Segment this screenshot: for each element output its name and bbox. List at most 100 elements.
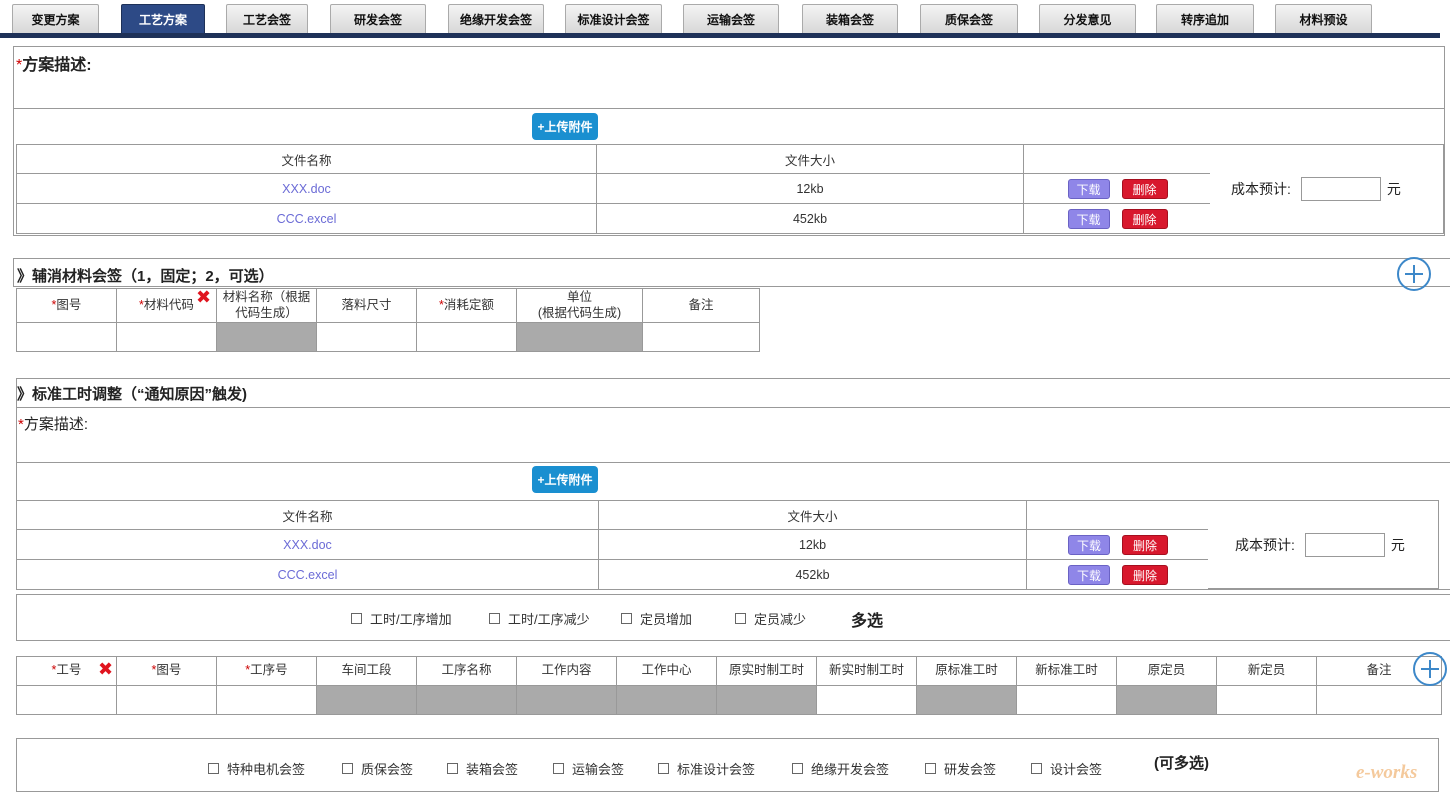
- tab-9[interactable]: 分发意见: [1039, 4, 1136, 33]
- file-actions-cell: 下载 删除: [1023, 173, 1212, 204]
- file-link[interactable]: XXX.doc: [283, 538, 332, 552]
- file-name-cell[interactable]: CCC.excel: [16, 203, 597, 234]
- checkbox[interactable]: [489, 613, 500, 624]
- file-actions-cell: 下载 删除: [1026, 559, 1210, 590]
- delete-button[interactable]: 删除: [1122, 564, 1168, 585]
- file-name-cell[interactable]: CCC.excel: [16, 559, 599, 590]
- labor-column-label: 工作中心: [641, 663, 692, 678]
- materials-table: *图号 *材料代码 材料名称（根据代码生成） 落料尺寸 *消耗定额 单位 (根据代码生成)…: [16, 288, 760, 352]
- cost-unit-label: 元: [1390, 537, 1405, 553]
- tab-3[interactable]: 研发会签: [330, 4, 426, 33]
- file-name-cell[interactable]: XXX.doc: [16, 529, 599, 560]
- signoff-option[interactable]: 设计会签: [1031, 759, 1102, 778]
- signoff-option[interactable]: 装箱会签: [447, 759, 518, 778]
- adjustment-option[interactable]: 定员增加: [621, 609, 692, 628]
- checkbox[interactable]: [925, 763, 936, 774]
- plan-description-area[interactable]: *方案描述:: [13, 46, 1445, 109]
- labor-readonly-cell: [916, 685, 1017, 715]
- labor-input-cell[interactable]: [16, 685, 117, 715]
- checkbox[interactable]: [658, 763, 669, 774]
- labor-input-cell[interactable]: [816, 685, 917, 715]
- signoff-option[interactable]: 质保会签: [342, 759, 413, 778]
- checkbox[interactable]: [553, 763, 564, 774]
- cost-estimate-label: 成本预计:: [1235, 537, 1295, 553]
- checkbox[interactable]: [792, 763, 803, 774]
- upload-attachment-button[interactable]: +上传附件: [532, 466, 598, 493]
- file-name-cell[interactable]: XXX.doc: [16, 173, 597, 204]
- material-column-header: 备注: [642, 288, 760, 323]
- labor-input-cell[interactable]: [1216, 685, 1317, 715]
- tab-4[interactable]: 绝缘开发会签: [448, 4, 544, 33]
- labor-column-header: 原定员: [1116, 656, 1217, 686]
- remove-column-icon[interactable]: ✖: [196, 288, 211, 306]
- delete-button[interactable]: 删除: [1121, 178, 1168, 199]
- checkbox[interactable]: [621, 613, 632, 624]
- labor-column-header: 新定员: [1216, 656, 1317, 686]
- material-column-header: 材料名称（根据代码生成）: [216, 288, 317, 323]
- labor-readonly-cell: [316, 685, 417, 715]
- checkbox[interactable]: [208, 763, 219, 774]
- delete-button[interactable]: 删除: [1122, 534, 1168, 555]
- signoff-option[interactable]: 运输会签: [553, 759, 624, 778]
- material-input-cell[interactable]: [642, 322, 760, 352]
- checkbox[interactable]: [447, 763, 458, 774]
- file-link[interactable]: CCC.excel: [277, 212, 337, 226]
- tab-1[interactable]: 工艺方案: [121, 4, 205, 33]
- material-input-cell[interactable]: [316, 322, 417, 352]
- adjustment-option[interactable]: 工时/工序增加: [351, 609, 452, 628]
- labor-column-label: 原定员: [1147, 663, 1186, 678]
- tab-8[interactable]: 质保会签: [920, 4, 1018, 33]
- cost-estimate-label: 成本预计:: [1231, 181, 1291, 197]
- checkbox[interactable]: [342, 763, 353, 774]
- tab-6[interactable]: 运输会签: [683, 4, 779, 33]
- signoff-option[interactable]: 研发会签: [925, 759, 996, 778]
- delete-button[interactable]: 删除: [1121, 208, 1168, 229]
- labor-column-label: 工号: [56, 663, 82, 678]
- tab-7[interactable]: 装箱会签: [802, 4, 898, 33]
- file-name-header: 文件名称: [16, 144, 597, 174]
- checkbox[interactable]: [351, 613, 362, 624]
- checkbox[interactable]: [1031, 763, 1042, 774]
- labor-table: *工号 *图号 *工序号 车间工段 工序名称 工作内容 工作中心 原实时制工时 新实时制工时 原标…: [16, 656, 1442, 715]
- signoff-option[interactable]: 绝缘开发会签: [792, 759, 889, 778]
- material-input-cell[interactable]: [16, 322, 117, 352]
- download-button[interactable]: 下载: [1068, 534, 1110, 555]
- labor-description-area[interactable]: *方案描述:: [16, 407, 1450, 463]
- material-input-cell[interactable]: [416, 322, 517, 352]
- upload-attachment-button[interactable]: +上传附件: [532, 113, 598, 140]
- tab-5[interactable]: 标准设计会签: [565, 4, 662, 33]
- adjustment-option[interactable]: 工时/工序减少: [489, 609, 590, 628]
- signoff-option[interactable]: 标准设计会签: [658, 759, 755, 778]
- labor-input-cell[interactable]: [1016, 685, 1117, 715]
- tab-10[interactable]: 转序追加: [1156, 4, 1254, 33]
- signoff-option-label: 质保会签: [361, 762, 414, 777]
- download-button[interactable]: 下载: [1067, 208, 1110, 229]
- labor-input-cell[interactable]: [1316, 685, 1442, 715]
- watermark-logo: e-works: [1356, 762, 1418, 783]
- labor-readonly-cell: [616, 685, 717, 715]
- tab-0[interactable]: 变更方案: [12, 4, 99, 33]
- labor-input-cell[interactable]: [116, 685, 217, 715]
- signoff-option[interactable]: 特种电机会签: [208, 759, 305, 778]
- tab-bar-underline: [0, 33, 1440, 38]
- cost-estimate-input[interactable]: [1300, 177, 1381, 201]
- adjustment-option[interactable]: 定员减少: [735, 609, 806, 628]
- cost-estimate-input[interactable]: [1304, 533, 1385, 557]
- material-input-cell[interactable]: [116, 322, 217, 352]
- labor-column-header: 工作中心: [616, 656, 717, 686]
- download-button[interactable]: 下载: [1067, 178, 1110, 199]
- add-material-row-icon[interactable]: [1397, 257, 1431, 291]
- labor-input-cell[interactable]: [216, 685, 317, 715]
- labor-column-label: 新实时制工时: [828, 663, 904, 678]
- file-link[interactable]: CCC.excel: [278, 568, 338, 582]
- labor-column-header: 工序名称: [416, 656, 517, 686]
- tab-11[interactable]: 材料预设: [1275, 4, 1372, 33]
- checkbox[interactable]: [735, 613, 746, 624]
- add-labor-row-icon[interactable]: [1413, 652, 1447, 686]
- download-button[interactable]: 下载: [1068, 564, 1110, 585]
- remove-column-icon[interactable]: ✖: [98, 660, 113, 678]
- file-link[interactable]: XXX.doc: [282, 182, 331, 196]
- labor-column-label: 车间工段: [341, 663, 392, 678]
- tab-2[interactable]: 工艺会签: [226, 4, 308, 33]
- cost-estimate: 成本预计: 元: [1231, 177, 1401, 201]
